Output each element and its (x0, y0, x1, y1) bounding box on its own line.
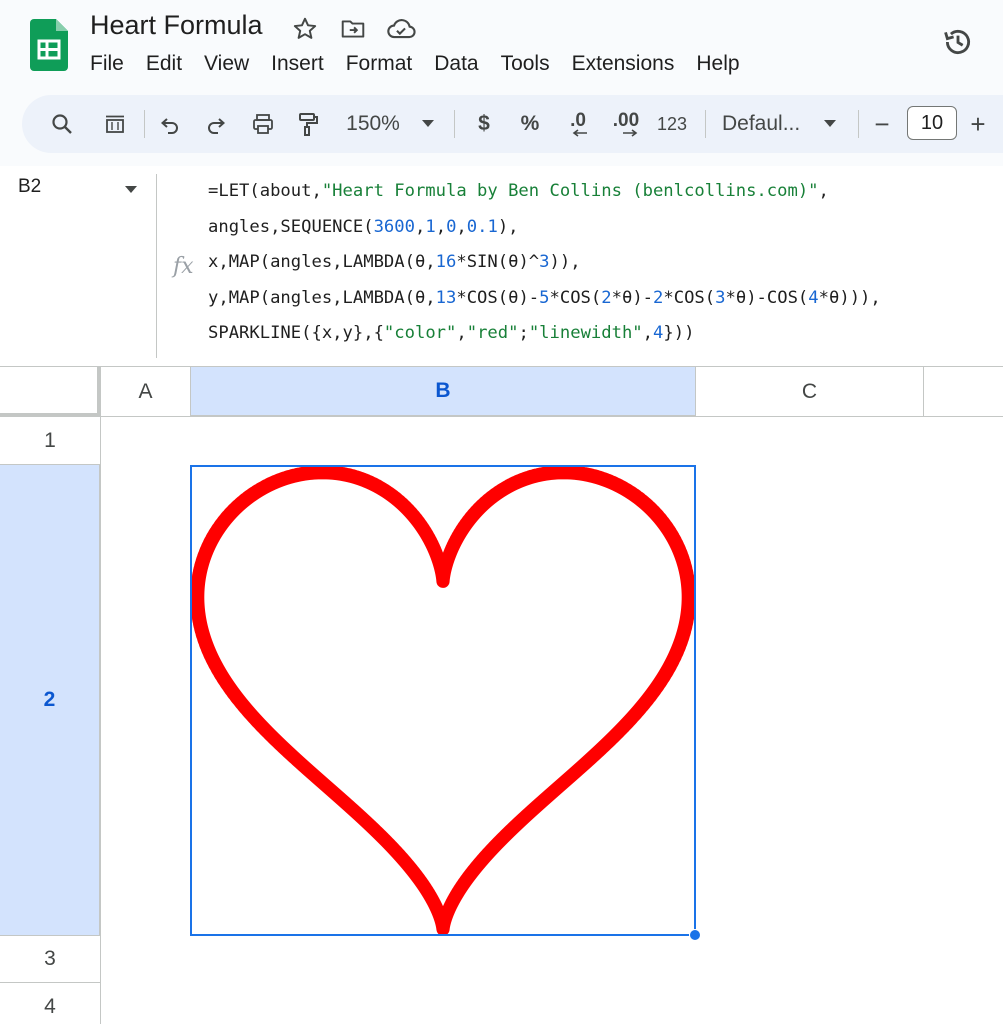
fx-icon: fx (173, 254, 194, 279)
fill-handle[interactable] (689, 929, 701, 941)
formula-input[interactable]: =LET(about,"Heart Formula by Ben Collins… (208, 174, 881, 352)
expand-menu-icon[interactable] (95, 95, 135, 153)
menu-tools[interactable]: Tools (501, 50, 550, 78)
paint-format-icon[interactable] (288, 95, 328, 153)
column-header-b[interactable]: B (191, 367, 696, 417)
increase-decimal-button[interactable]: .00 (606, 95, 646, 153)
name-box-dropdown-icon[interactable] (125, 181, 137, 199)
menu-view[interactable]: View (204, 50, 249, 78)
menu-data[interactable]: Data (434, 50, 478, 78)
search-icon[interactable] (42, 95, 82, 153)
arrow-left-icon (572, 129, 587, 137)
cloud-saved-icon[interactable] (386, 14, 416, 44)
cell-a4[interactable] (101, 983, 191, 1024)
menu-edit[interactable]: Edit (146, 50, 182, 78)
arrow-right-icon (623, 129, 638, 137)
column-header-a[interactable]: A (101, 367, 191, 417)
cell-a1[interactable] (101, 417, 191, 465)
document-title[interactable]: Heart Formula (90, 10, 263, 41)
cell-b3[interactable] (191, 936, 696, 983)
decrease-font-size-button[interactable]: − (868, 95, 896, 153)
row-header-2[interactable]: 2 (0, 465, 101, 936)
cell-b4[interactable] (191, 983, 696, 1024)
format-percent-button[interactable]: % (515, 95, 545, 153)
font-size-input[interactable]: 10 (907, 106, 957, 140)
cell-a3[interactable] (101, 936, 191, 983)
decrease-decimal-button[interactable]: .0 (560, 95, 596, 153)
star-icon[interactable] (290, 14, 320, 44)
menu-bar: File Edit View Insert Format Data Tools … (90, 50, 762, 78)
column-header-d[interactable] (924, 367, 1003, 417)
cell-b2-selected[interactable] (190, 465, 696, 936)
column-header-c[interactable]: C (696, 367, 924, 417)
cell-c2[interactable] (696, 465, 924, 936)
menu-format[interactable]: Format (346, 50, 413, 78)
formula-line: y,MAP(angles,LAMBDA(θ,13*COS(θ)-5*COS(2*… (208, 287, 881, 308)
menu-file[interactable]: File (90, 50, 124, 78)
cell-c4[interactable] (696, 983, 924, 1024)
print-icon[interactable] (243, 95, 283, 153)
cell-c3[interactable] (696, 936, 924, 983)
redo-icon[interactable] (196, 95, 236, 153)
formula-line: x,MAP(angles,LAMBDA(θ,16*SIN(θ)^3)), (208, 252, 581, 272)
row-header-3[interactable]: 3 (0, 936, 101, 983)
select-all-corner[interactable] (0, 367, 101, 417)
row-headers: 1 2 3 4 (0, 417, 101, 1024)
zoom-dropdown-icon[interactable] (418, 95, 438, 153)
format-currency-button[interactable]: $ (469, 95, 499, 153)
cell-c1[interactable] (696, 417, 924, 465)
more-formats-button[interactable]: 123 (652, 95, 692, 153)
menu-insert[interactable]: Insert (271, 50, 324, 78)
cell-a2[interactable] (101, 465, 191, 936)
formula-line: angles,SEQUENCE(3600,1,0,0.1), (208, 216, 519, 237)
row-header-1[interactable]: 1 (0, 417, 101, 465)
font-select[interactable]: Defaul... (722, 95, 812, 153)
toolbar: 150% $ % .0 .00 123 Defaul... − 10 + (22, 95, 1003, 153)
move-to-folder-icon[interactable] (338, 14, 368, 44)
formula-line: SPARKLINE({x,y},{"color","red";"linewidt… (208, 323, 695, 343)
increase-font-size-button[interactable]: + (964, 95, 992, 153)
zoom-select[interactable]: 150% (340, 95, 406, 153)
sheets-logo-icon[interactable] (30, 19, 68, 71)
name-box[interactable]: B2 (18, 176, 41, 198)
row-header-4[interactable]: 4 (0, 983, 101, 1024)
menu-help[interactable]: Help (696, 50, 739, 78)
cell-b1[interactable] (191, 417, 696, 465)
column-headers: A B C (0, 367, 1003, 417)
font-dropdown-icon[interactable] (820, 95, 840, 153)
version-history-icon[interactable] (938, 22, 978, 62)
formula-line: =LET(about,"Heart Formula by Ben Collins… (208, 181, 829, 201)
undo-icon[interactable] (150, 95, 190, 153)
menu-extensions[interactable]: Extensions (572, 50, 675, 78)
formula-bar: B2 fx =LET(about,"Heart Formula by Ben C… (0, 166, 1003, 366)
